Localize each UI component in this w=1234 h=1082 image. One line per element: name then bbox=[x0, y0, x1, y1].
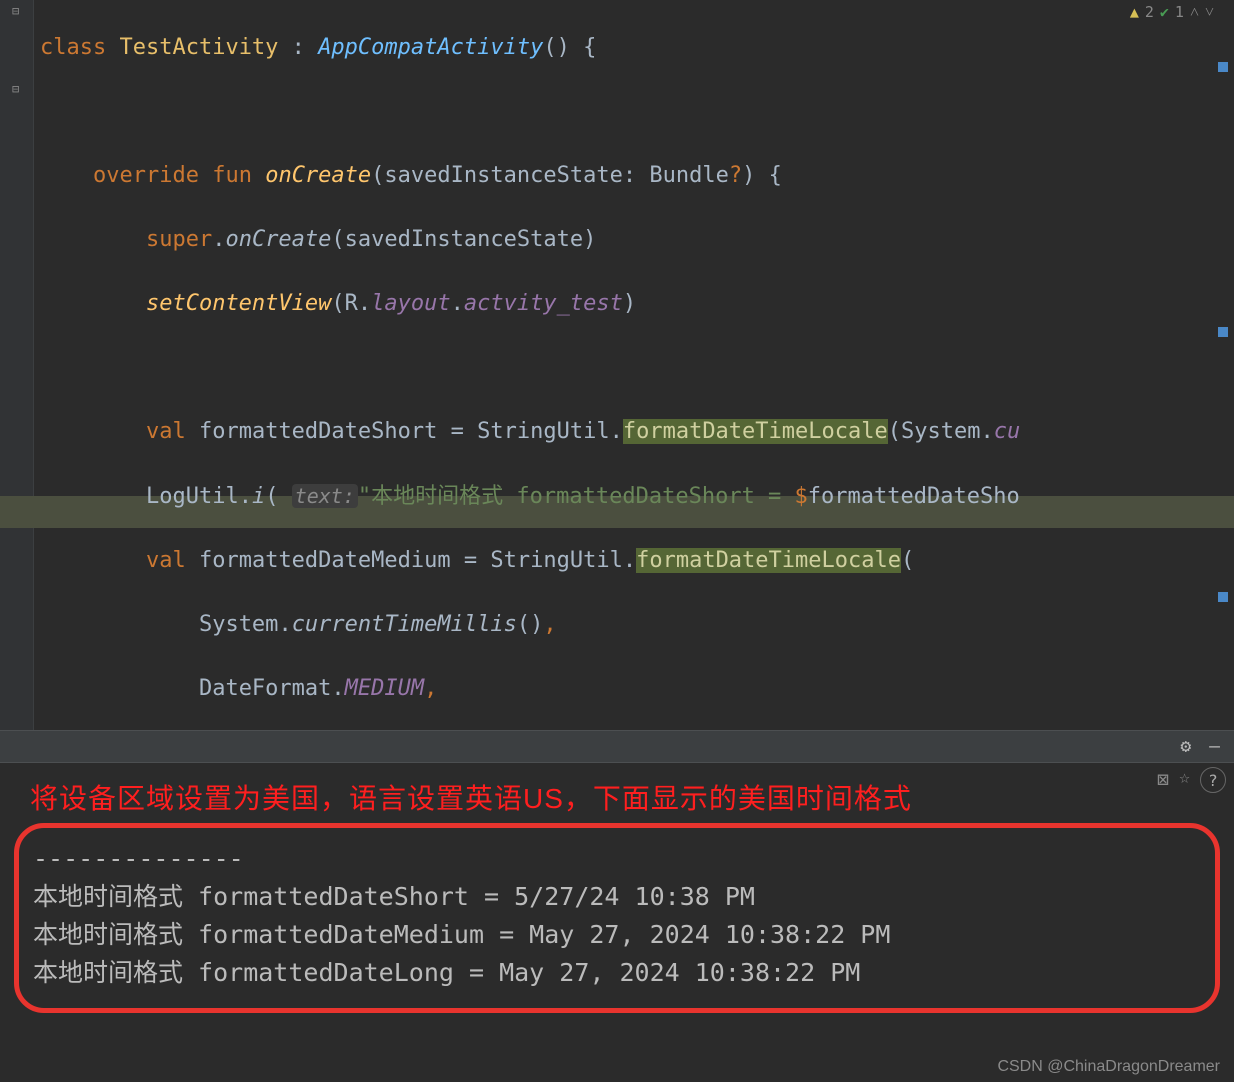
search-highlight: formatDateTimeLocale bbox=[636, 548, 901, 573]
console-output-box: -------------- 本地时间格式 formattedDateShort… bbox=[14, 823, 1220, 1013]
bookmark-icon[interactable]: ☆ bbox=[1179, 767, 1190, 793]
function-name: onCreate bbox=[265, 163, 371, 188]
search-highlight: formatDateTimeLocale bbox=[623, 419, 888, 444]
console-annotation-title: 将设备区域设置为美国，语言设置英语US，下面显示的美国时间格式 bbox=[30, 777, 912, 817]
code-content[interactable]: class TestActivity : AppCompatActivity()… bbox=[34, 0, 1234, 730]
editor-gutter[interactable]: ⊟ ⊟ 💡 bbox=[0, 0, 34, 730]
console-line: 本地时间格式 formattedDateLong = May 27, 2024 … bbox=[33, 954, 1201, 992]
console-line: 本地时间格式 formattedDateShort = 5/27/24 10:3… bbox=[33, 878, 1201, 916]
minimize-icon[interactable]: — bbox=[1209, 736, 1220, 757]
tool-window-header: ⚙ — bbox=[0, 730, 1234, 762]
watermark-text: CSDN @ChinaDragonDreamer bbox=[997, 1058, 1220, 1076]
keyword: class bbox=[40, 35, 106, 60]
fold-marker-icon[interactable]: ⊟ bbox=[12, 4, 30, 22]
console-line: 本地时间格式 formattedDateMedium = May 27, 202… bbox=[33, 916, 1201, 954]
fold-marker-icon[interactable]: ⊟ bbox=[12, 82, 30, 100]
help-icon[interactable]: ? bbox=[1200, 767, 1226, 793]
keyword: fun bbox=[212, 163, 252, 188]
code-editor[interactable]: ▲ 2 ✔ 1 ˄ ˅ ⊟ ⊟ 💡 class TestActivity : A… bbox=[0, 0, 1234, 730]
console-line: -------------- bbox=[33, 840, 1201, 878]
close-tab-icon[interactable]: ⊠ bbox=[1157, 767, 1169, 793]
console-toolbar: ⊠ ☆ ? bbox=[1157, 767, 1226, 793]
keyword: override bbox=[93, 163, 199, 188]
gear-icon[interactable]: ⚙ bbox=[1180, 736, 1191, 757]
class-name: TestActivity bbox=[119, 35, 278, 60]
super-class: AppCompatActivity bbox=[318, 35, 543, 60]
console-panel[interactable]: ⊠ ☆ ? 将设备区域设置为美国，语言设置英语US，下面显示的美国时间格式 --… bbox=[0, 762, 1234, 1082]
inlay-hint: text: bbox=[292, 484, 358, 508]
